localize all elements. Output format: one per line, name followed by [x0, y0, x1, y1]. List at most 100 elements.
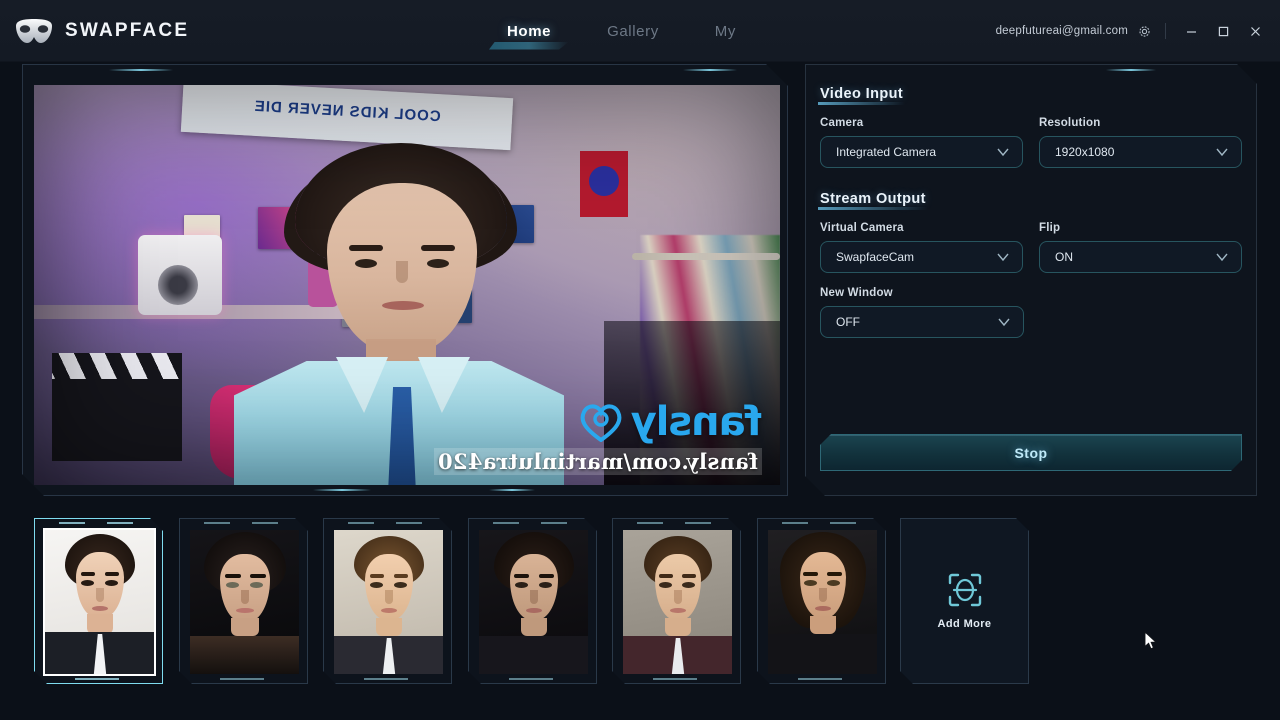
camera-select[interactable]: Integrated Camera	[820, 136, 1023, 168]
thumb-accent	[396, 522, 422, 524]
thumb-accent	[204, 522, 230, 524]
chevron-down-icon	[1216, 253, 1228, 262]
stop-button[interactable]: Stop	[820, 434, 1242, 471]
panel-accent-top-right	[683, 69, 737, 71]
thumb-accent	[252, 522, 278, 524]
portrait-3	[334, 530, 443, 674]
main-nav: Home Gallery My	[505, 0, 738, 62]
settings-panel-body: Video Input Camera Integrated Camera Res…	[820, 85, 1242, 481]
watermark-logo-row: fansly	[434, 402, 762, 442]
titlebar-divider	[1165, 23, 1166, 39]
stop-button-label: Stop	[1014, 445, 1047, 461]
close-icon	[1250, 26, 1261, 37]
brand-logo: SWAPFACE	[14, 18, 189, 44]
face-thumbnail-6[interactable]	[757, 518, 886, 684]
settings-accent-top	[1106, 69, 1156, 71]
new-window-label: New Window	[820, 287, 1024, 299]
thumb-accent	[493, 522, 519, 524]
nav-item-home[interactable]: Home	[505, 19, 553, 44]
thumb-accent	[509, 678, 553, 680]
nav-item-gallery[interactable]: Gallery	[605, 19, 661, 44]
resolution-field: Resolution 1920x1080	[1039, 117, 1242, 168]
thumb-accent	[59, 522, 85, 524]
thumb-accent	[637, 522, 663, 524]
face-scan-icon	[948, 573, 982, 607]
portrait-1	[45, 530, 154, 674]
virtual-camera-select[interactable]: SwapfaceCam	[820, 241, 1023, 273]
video-scene: COOL KIDS NEVER DIE	[34, 85, 780, 485]
new-window-field: New Window OFF	[820, 287, 1024, 338]
stream-output-fields: Virtual Camera SwapfaceCam Flip ON	[820, 222, 1242, 273]
nav-item-home-label: Home	[507, 23, 551, 40]
panel-accent-top-left	[109, 69, 173, 71]
close-button[interactable]	[1244, 20, 1266, 42]
flip-field: Flip ON	[1039, 222, 1242, 273]
new-window-select[interactable]: OFF	[820, 306, 1024, 338]
settings-panel: Video Input Camera Integrated Camera Res…	[805, 64, 1257, 496]
face-thumbnail-1[interactable]	[34, 518, 163, 684]
face-image	[768, 530, 877, 674]
flip-value: ON	[1040, 250, 1073, 264]
video-stream-surface[interactable]: COOL KIDS NEVER DIE	[34, 85, 780, 485]
chevron-down-icon	[1216, 148, 1228, 157]
thumb-accent	[220, 678, 264, 680]
thumb-accent	[107, 522, 133, 524]
minimize-icon	[1186, 26, 1197, 37]
panel-accent-bottom-right	[489, 489, 535, 491]
portrait-2	[190, 530, 299, 674]
face-thumbnail-4[interactable]	[468, 518, 597, 684]
flip-select[interactable]: ON	[1039, 241, 1242, 273]
brand-name: SWAPFACE	[65, 20, 189, 42]
arrow-cursor	[1144, 631, 1157, 650]
resolution-label: Resolution	[1039, 117, 1242, 129]
camera-value: Integrated Camera	[821, 145, 936, 159]
new-window-fields: New Window OFF	[820, 287, 1242, 338]
new-window-value: OFF	[821, 315, 860, 329]
camera-label: Camera	[820, 117, 1023, 129]
gear-icon[interactable]	[1138, 25, 1151, 38]
portrait-5	[623, 530, 732, 674]
thumb-accent	[798, 678, 842, 680]
panel-accent-bottom-left	[313, 489, 371, 491]
section-title-video-input: Video Input	[820, 86, 903, 102]
thumb-accent	[685, 522, 711, 524]
camera-field: Camera Integrated Camera	[820, 117, 1023, 168]
thumb-accent	[541, 522, 567, 524]
face-image	[623, 530, 732, 674]
face-image	[479, 530, 588, 674]
maximize-button[interactable]	[1212, 20, 1234, 42]
account-area: deepfutureai@gmail.com	[996, 0, 1266, 62]
thumb-accent	[75, 678, 119, 680]
watermark-url: fansly.com/martinlutra420	[434, 448, 762, 475]
video-preview-panel: COOL KIDS NEVER DIE	[22, 64, 788, 496]
portrait-4	[479, 530, 588, 674]
virtual-camera-label: Virtual Camera	[820, 222, 1023, 234]
mask-icon	[14, 18, 54, 44]
section-spacer	[820, 168, 1242, 190]
video-input-fields: Camera Integrated Camera Resolution 1920…	[820, 117, 1242, 168]
face-thumbnail-5[interactable]	[612, 518, 741, 684]
chevron-down-icon	[997, 253, 1009, 262]
add-more-label: Add More	[938, 618, 992, 630]
resolution-value: 1920x1080	[1040, 145, 1114, 159]
account-email: deepfutureai@gmail.com	[996, 25, 1128, 37]
fansly-heart-icon	[578, 402, 624, 442]
nav-item-gallery-label: Gallery	[607, 23, 659, 40]
chevron-down-icon	[997, 148, 1009, 157]
face-image	[190, 530, 299, 674]
nav-item-my[interactable]: My	[713, 19, 738, 44]
title-bar: SWAPFACE Home Gallery My deepfutureai@gm…	[0, 0, 1280, 62]
virtual-camera-value: SwapfaceCam	[821, 250, 914, 264]
app-window: SWAPFACE Home Gallery My deepfutureai@gm…	[0, 0, 1280, 720]
resolution-select[interactable]: 1920x1080	[1039, 136, 1242, 168]
maximize-icon	[1218, 26, 1229, 37]
minimize-button[interactable]	[1180, 20, 1202, 42]
portrait-6	[768, 530, 877, 674]
face-thumbnail-3[interactable]	[323, 518, 452, 684]
thumb-accent	[830, 522, 856, 524]
face-thumbnail-2[interactable]	[179, 518, 308, 684]
thumb-accent	[653, 678, 697, 680]
thumb-accent	[364, 678, 408, 680]
add-more-button[interactable]: Add More	[900, 518, 1029, 684]
watermark-brand: fansly	[632, 402, 762, 442]
